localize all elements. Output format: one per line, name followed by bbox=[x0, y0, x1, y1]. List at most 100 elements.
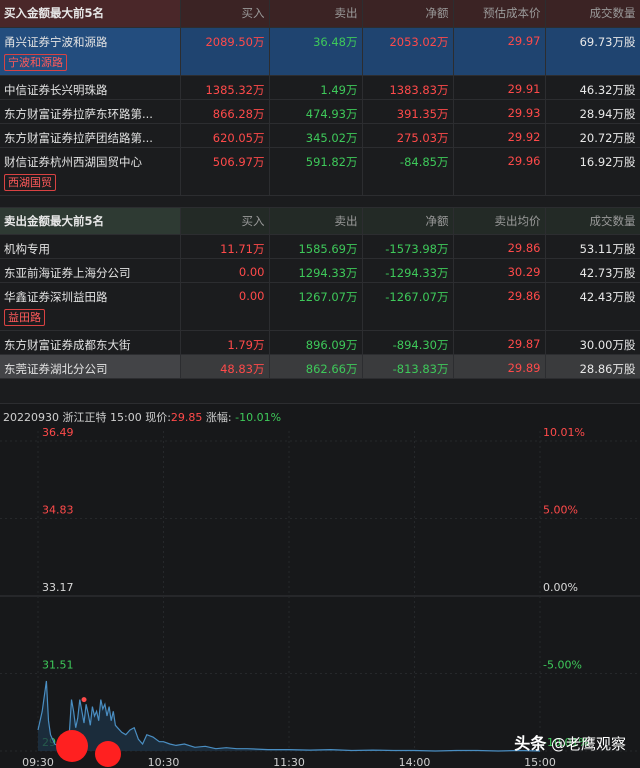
sell-col-header[interactable]: 买入 bbox=[180, 207, 270, 235]
cost-price: 29.97 bbox=[453, 27, 546, 76]
chart-x-tick-label: 11:30 bbox=[273, 756, 305, 768]
watermark-author: @老鹰观察 bbox=[550, 735, 626, 753]
table-row[interactable]: 华鑫证券深圳益田路 益田路 0.00 1267.07万 -1267.07万 29.… bbox=[0, 282, 640, 331]
volume: 16.92万股 bbox=[545, 147, 640, 196]
sell-col-header[interactable]: 净额 bbox=[362, 207, 454, 235]
chart-right-tick-label: 0.00% bbox=[543, 581, 578, 594]
net-amount: -1573.98万 bbox=[362, 234, 454, 259]
sell-header-row: 卖出金额最大前5名 买入 卖出 净额 卖出均价 成交数量 bbox=[0, 207, 640, 235]
intraday-chart-panel[interactable]: 36.49 10.01% 34.83 5.00% 33.17 0.00% 31.51 -5.0… bbox=[0, 403, 640, 768]
avg-sell-price: 29.89 bbox=[453, 354, 546, 379]
chart-stock-name: 浙江正特 bbox=[62, 411, 107, 424]
avg-sell-price: 29.86 bbox=[453, 282, 546, 331]
avg-sell-price: 29.87 bbox=[453, 330, 546, 355]
broker-tag[interactable]: 西湖国贸 bbox=[4, 173, 56, 191]
broker-name[interactable]: 东莞证券湖北分公司 bbox=[0, 354, 181, 379]
chart-x-tick-label: 09:30 bbox=[22, 756, 54, 768]
net-amount: -813.83万 bbox=[362, 354, 454, 379]
sell-col-header[interactable]: 卖出均价 bbox=[453, 207, 546, 235]
buy-col-header[interactable]: 预估成本价 bbox=[453, 0, 546, 28]
chart-left-tick-label: 36.49 bbox=[42, 426, 74, 439]
chart-header: 20220930 浙江正特 15:00 现价:29.85 涨幅: -10.01% bbox=[3, 409, 281, 425]
volume: 46.32万股 bbox=[545, 75, 640, 100]
volume: 28.86万股 bbox=[545, 354, 640, 379]
volume: 20.72万股 bbox=[545, 123, 640, 148]
sell-amount: 862.66万 bbox=[269, 354, 363, 379]
chart-date: 20220930 bbox=[3, 411, 59, 424]
volume: 42.73万股 bbox=[545, 258, 640, 283]
section-divider bbox=[0, 195, 640, 208]
net-amount: -894.30万 bbox=[362, 330, 454, 355]
cost-price: 29.92 bbox=[453, 123, 546, 148]
table-row[interactable]: 东亚前海证券上海分公司 0.00 1294.33万 -1294.33万 30.2… bbox=[0, 258, 640, 283]
volume: 53.11万股 bbox=[545, 234, 640, 259]
buy-amount: 620.05万 bbox=[180, 123, 270, 148]
sell-amount: 1585.69万 bbox=[269, 234, 363, 259]
sell-amount: 591.82万 bbox=[269, 147, 363, 196]
broker-tag[interactable]: 益田路 bbox=[4, 309, 45, 326]
broker-tag[interactable]: 宁波和源路 bbox=[4, 53, 67, 71]
buy-point-marker bbox=[56, 730, 88, 762]
volume: 30.00万股 bbox=[545, 330, 640, 355]
sell-amount: 36.48万 bbox=[269, 27, 363, 76]
sell-col-header[interactable]: 成交数量 bbox=[545, 207, 640, 235]
cost-price: 29.91 bbox=[453, 75, 546, 100]
volume: 28.94万股 bbox=[545, 99, 640, 124]
table-row[interactable]: 东方财富证券拉萨团结路第... 620.05万 345.02万 275.03万 … bbox=[0, 123, 640, 148]
change-percent: -10.01% bbox=[235, 411, 282, 424]
price-label: 现价: bbox=[145, 411, 171, 424]
net-amount: 275.03万 bbox=[362, 123, 454, 148]
chart-right-tick-label: 10.01% bbox=[543, 426, 585, 439]
buy-col-header[interactable]: 成交数量 bbox=[545, 0, 640, 28]
chart-right-tick-label: 5.00% bbox=[543, 504, 578, 517]
chart-x-tick-label: 15:00 bbox=[524, 756, 556, 768]
buy-amount: 506.97万 bbox=[180, 147, 270, 196]
broker-name[interactable]: 机构专用 bbox=[0, 234, 181, 259]
sell-amount: 1.49万 bbox=[269, 75, 363, 100]
buy-header-row: 买入金额最大前5名 买入 卖出 净额 预估成本价 成交数量 bbox=[0, 0, 640, 28]
sell-col-header[interactable]: 卖出 bbox=[269, 207, 363, 235]
chart-left-tick-label: 33.17 bbox=[42, 581, 74, 594]
table-row[interactable]: 东方财富证券拉萨东环路第... 866.28万 474.93万 391.35万 … bbox=[0, 99, 640, 124]
cost-price: 29.96 bbox=[453, 147, 546, 196]
cost-price: 29.93 bbox=[453, 99, 546, 124]
net-amount: -1294.33万 bbox=[362, 258, 454, 283]
broker-name: 甬兴证券宁波和源路 bbox=[4, 34, 108, 49]
broker-name: 财信证券杭州西湖国贸中心 bbox=[4, 154, 142, 169]
buy-col-header[interactable]: 卖出 bbox=[269, 0, 363, 28]
sell-amount: 345.02万 bbox=[269, 123, 363, 148]
buy-amount: 0.00 bbox=[180, 282, 270, 331]
intraday-chart[interactable]: 36.49 10.01% 34.83 5.00% 33.17 0.00% 31.51 -5.0… bbox=[0, 404, 640, 768]
sell-amount: 1267.07万 bbox=[269, 282, 363, 331]
sell-top5-table: 卖出金额最大前5名 买入 卖出 净额 卖出均价 成交数量 机构专用 11.71万… bbox=[0, 207, 640, 379]
table-row[interactable]: 东方财富证券成都东大街 1.79万 896.09万 -894.30万 29.87… bbox=[0, 330, 640, 355]
buy-section-title: 买入金额最大前5名 bbox=[0, 0, 181, 28]
broker-name[interactable]: 东方财富证券成都东大街 bbox=[0, 330, 181, 355]
table-row[interactable]: 东莞证券湖北分公司 48.83万 862.66万 -813.83万 29.89 … bbox=[0, 354, 640, 379]
buy-col-header[interactable]: 买入 bbox=[180, 0, 270, 28]
buy-amount: 2089.50万 bbox=[180, 27, 270, 76]
table-row[interactable]: 中信证券长兴明珠路 1385.32万 1.49万 1383.83万 29.91 … bbox=[0, 75, 640, 100]
table-row[interactable]: 财信证券杭州西湖国贸中心 西湖国贸 506.97万 591.82万 -84.85万… bbox=[0, 147, 640, 196]
avg-sell-price: 30.29 bbox=[453, 258, 546, 283]
broker-cell[interactable]: 华鑫证券深圳益田路 益田路 bbox=[0, 282, 181, 331]
broker-name[interactable]: 中信证券长兴明珠路 bbox=[0, 75, 181, 100]
broker-name[interactable]: 东方财富证券拉萨团结路第... bbox=[0, 123, 181, 148]
broker-name[interactable]: 东亚前海证券上海分公司 bbox=[0, 258, 181, 283]
avg-sell-price: 29.86 bbox=[453, 234, 546, 259]
broker-name: 华鑫证券深圳益田路 bbox=[4, 290, 108, 304]
table-row[interactable]: 机构专用 11.71万 1585.69万 -1573.98万 29.86 53.… bbox=[0, 234, 640, 259]
chart-x-tick-label: 14:00 bbox=[399, 756, 431, 768]
buy-top5-table: 买入金额最大前5名 买入 卖出 净额 预估成本价 成交数量 甬兴证券宁波和源路宁… bbox=[0, 0, 640, 196]
buy-col-header[interactable]: 净额 bbox=[362, 0, 454, 28]
broker-name[interactable]: 东方财富证券拉萨东环路第... bbox=[0, 99, 181, 124]
buy-amount: 866.28万 bbox=[180, 99, 270, 124]
chart-right-tick-label: -5.00% bbox=[543, 659, 582, 672]
chart-x-tick-label: 10:30 bbox=[148, 756, 180, 768]
broker-cell[interactable]: 财信证券杭州西湖国贸中心 西湖国贸 bbox=[0, 147, 181, 196]
buy-amount: 1385.32万 bbox=[180, 75, 270, 100]
table-row[interactable]: 甬兴证券宁波和源路 宁波和源路 2089.50万 36.48万 2053.02万 … bbox=[0, 27, 640, 76]
broker-cell[interactable]: 甬兴证券宁波和源路 宁波和源路 bbox=[0, 27, 181, 76]
price-marker-dot bbox=[81, 697, 87, 703]
sell-amount: 896.09万 bbox=[269, 330, 363, 355]
